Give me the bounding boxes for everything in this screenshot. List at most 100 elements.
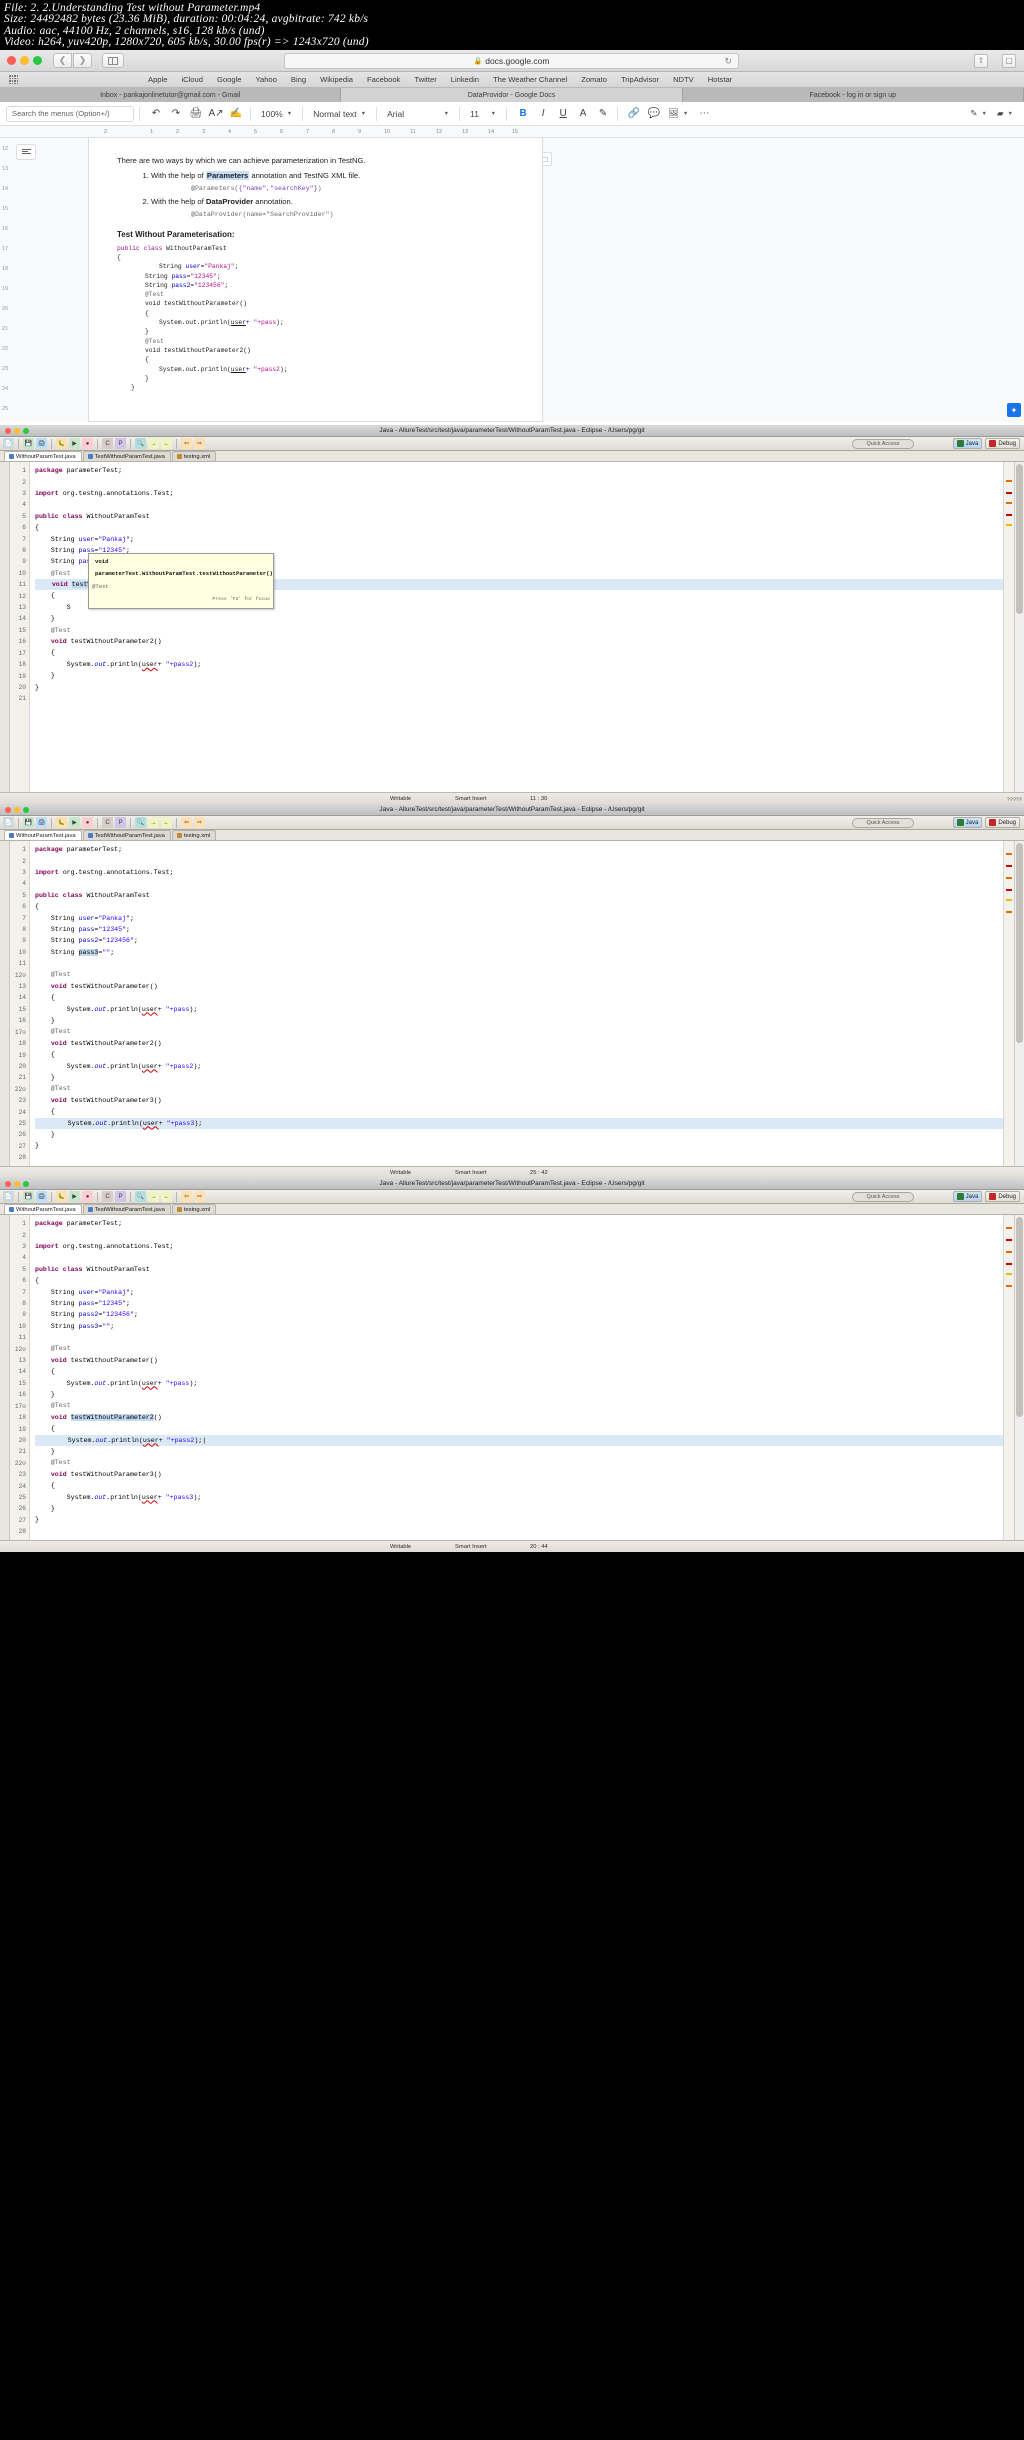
explore-icon[interactable]: ✦ xyxy=(1007,403,1021,418)
paragraph-style-dropdown[interactable]: Normal text ▼ xyxy=(308,105,371,122)
perspective-debug-button[interactable]: Debug xyxy=(985,817,1020,829)
search-icon[interactable]: 🔍 xyxy=(135,438,146,450)
bookmark-zomato[interactable]: Zomato xyxy=(581,75,607,84)
prev-annotation-icon[interactable]: ← xyxy=(161,438,172,450)
document-body[interactable]: 12 13 14 15 16 17 18 19 20 21 22 23 24 2… xyxy=(0,138,1024,423)
eclipse-toolbar-1[interactable]: 📄 💾 🖨 🐛 ▶ ● C P 🔍 → ← ⇦ ⇨ Quick Access J… xyxy=(0,437,1024,452)
forward-arrow-icon[interactable]: ❯ xyxy=(73,53,92,69)
eclipse-editor-tabs-2[interactable]: WithoutParamTest.java TestWithoutParamTe… xyxy=(0,830,1024,842)
editor-scrollbar-2[interactable] xyxy=(1014,841,1024,1167)
editor-marker-bar[interactable] xyxy=(0,841,10,1167)
bookmark-google[interactable]: Google xyxy=(217,75,242,84)
new-java-class-icon[interactable]: C xyxy=(102,817,113,829)
back-history-icon[interactable]: ⇦ xyxy=(181,817,192,829)
underline-button[interactable]: U xyxy=(554,105,572,123)
window-traffic-lights[interactable] xyxy=(5,427,29,434)
minimize-window-button[interactable] xyxy=(20,56,29,66)
bold-button[interactable]: B xyxy=(514,105,532,123)
insert-link-icon[interactable]: 🔗 xyxy=(625,105,643,123)
eclipse-editor-1[interactable]: 1234567 8 9 10 11 12 13 14 15 16 17 18 19 20 21 pack… xyxy=(0,462,1024,793)
bookmark-list[interactable]: Apple iCloud Google Yahoo Bing Wikipedia… xyxy=(148,75,732,84)
quick-access-input[interactable]: Quick Access xyxy=(852,817,914,828)
debug-icon[interactable]: 🐛 xyxy=(56,1191,67,1203)
navigation-buttons[interactable]: ❮ ❯ xyxy=(53,53,92,69)
save-icon[interactable]: 💾 xyxy=(23,1191,34,1203)
debug-icon[interactable]: 🐛 xyxy=(56,817,67,829)
perspective-debug-button[interactable]: Debug xyxy=(985,438,1020,450)
next-annotation-icon[interactable]: → xyxy=(148,438,159,450)
editor-overview-ruler-2[interactable] xyxy=(1003,841,1014,1167)
scrollbar-thumb[interactable] xyxy=(1016,1217,1023,1418)
add-comment-icon[interactable]: 💬 xyxy=(645,105,663,123)
bookmark-twitter[interactable]: Twitter xyxy=(414,75,436,84)
perspective-java-button[interactable]: Java xyxy=(952,817,983,829)
debug-icon[interactable]: 🐛 xyxy=(56,438,67,450)
back-history-icon[interactable]: ⇦ xyxy=(181,1191,192,1203)
browser-tab-gmail[interactable]: Inbox - pankajonlinetutor@gmail.com - Gm… xyxy=(0,88,342,103)
back-arrow-icon[interactable]: ❮ xyxy=(53,53,72,69)
eclipse-toolbar-2[interactable]: 📄 💾 🖨 🐛 ▶ ● C P 🔍 → ← ⇦ ⇨ Quick Access J… xyxy=(0,816,1024,831)
italic-button[interactable]: I xyxy=(534,105,552,123)
next-annotation-icon[interactable]: → xyxy=(148,1191,159,1203)
close-window-button[interactable] xyxy=(7,56,16,66)
print-icon[interactable]: 🖨 xyxy=(36,817,47,829)
document-page[interactable]: There are two ways by which we can achie… xyxy=(88,138,543,423)
document-ruler[interactable]: 2 1 2 3 4 5 6 7 8 9 10 11 12 13 14 15 xyxy=(0,126,1024,139)
window-traffic-lights[interactable] xyxy=(7,56,42,66)
editor-scrollbar-3[interactable] xyxy=(1014,1215,1024,1541)
coverage-icon[interactable]: ● xyxy=(82,817,93,829)
next-annotation-icon[interactable]: → xyxy=(148,817,159,829)
browser-tab-bar[interactable]: Inbox - pankajonlinetutor@gmail.com - Gm… xyxy=(0,88,1024,103)
browser-tab-facebook[interactable]: Facebook - log in or sign up xyxy=(682,88,1024,103)
run-icon[interactable]: ▶ xyxy=(69,438,80,450)
scrollbar-thumb[interactable] xyxy=(1016,843,1023,1044)
forward-history-icon[interactable]: ⇨ xyxy=(194,1191,205,1203)
save-icon[interactable]: 💾 xyxy=(23,438,34,450)
prev-annotation-icon[interactable]: ← xyxy=(161,817,172,829)
new-package-icon[interactable]: P xyxy=(115,1191,126,1203)
print-icon[interactable]: 🖨 xyxy=(187,105,205,123)
view-mode-dropdown[interactable]: ▰ ▼ xyxy=(992,105,1018,122)
quick-access-input[interactable]: Quick Access xyxy=(852,438,914,449)
perspective-switcher[interactable]: Java Debug xyxy=(952,1191,1020,1203)
forward-history-icon[interactable]: ⇨ xyxy=(194,438,205,450)
bookmark-hotstar[interactable]: Hotstar xyxy=(708,75,732,84)
editor-overview-ruler-1[interactable] xyxy=(1003,462,1014,793)
editor-tab-testng-xml[interactable]: testng.xml xyxy=(171,830,217,841)
search-icon[interactable]: 🔍 xyxy=(135,1191,146,1203)
menu-search-input[interactable]: Search the menus (Option+/) xyxy=(6,105,134,122)
redo-icon[interactable]: ↷ xyxy=(167,105,185,123)
eclipse-toolbar-3[interactable]: 📄 💾 🖨 🐛 ▶ ● C P 🔍 → ← ⇦ ⇨ Quick Access J… xyxy=(0,1190,1024,1205)
window-traffic-lights[interactable] xyxy=(5,806,29,813)
show-all-bookmarks-icon[interactable] xyxy=(9,75,18,85)
paint-format-icon[interactable]: ✍ xyxy=(227,105,245,123)
new-icon[interactable]: 📄 xyxy=(3,438,14,450)
highlight-color-icon[interactable]: ✎ xyxy=(594,105,612,123)
scrollbar-thumb[interactable] xyxy=(1016,464,1023,615)
bookmark-bing[interactable]: Bing xyxy=(291,75,306,84)
editor-code-area-3[interactable]: package parameterTest; import org.testng… xyxy=(30,1215,1003,1540)
bookmarks-bar[interactable]: Apple iCloud Google Yahoo Bing Wikipedia… xyxy=(0,72,1024,89)
print-icon[interactable]: 🖨 xyxy=(36,438,47,450)
browser-tab-google-docs[interactable]: DataProvidor - Google Docs xyxy=(341,88,683,103)
window-traffic-lights[interactable] xyxy=(5,1180,29,1187)
insert-image-dropdown[interactable]: 🖼 ▼ xyxy=(663,105,693,122)
perspective-switcher[interactable]: Java Debug xyxy=(952,438,1020,450)
editor-tab-testng-xml[interactable]: testng.xml xyxy=(171,451,217,462)
share-icon[interactable]: ⇧ xyxy=(974,53,988,68)
bookmark-facebook[interactable]: Facebook xyxy=(367,75,400,84)
new-icon[interactable]: 📄 xyxy=(3,817,14,829)
new-package-icon[interactable]: P xyxy=(115,438,126,450)
editor-tab-testwithoutparamtest[interactable]: TestWithoutParamTest.java xyxy=(82,830,171,841)
bookmark-apple[interactable]: Apple xyxy=(148,75,167,84)
eclipse-editor-tabs-1[interactable]: WithoutParamTest.java TestWithoutParamTe… xyxy=(0,451,1024,463)
maximize-window-button[interactable] xyxy=(33,56,42,66)
save-icon[interactable]: 💾 xyxy=(23,817,34,829)
bookmark-wikipedia[interactable]: Wikipedia xyxy=(320,75,353,84)
undo-icon[interactable]: ↶ xyxy=(147,105,165,123)
editor-marker-bar[interactable] xyxy=(0,462,10,793)
docs-toolbar[interactable]: Search the menus (Option+/) ↶ ↷ 🖨 A↗ ✍ 1… xyxy=(0,102,1024,127)
forward-history-icon[interactable]: ⇨ xyxy=(194,817,205,829)
editor-tab-withoutparamtest[interactable]: WithoutParamTest.java xyxy=(4,1204,82,1215)
editor-marker-bar[interactable] xyxy=(0,1215,10,1541)
